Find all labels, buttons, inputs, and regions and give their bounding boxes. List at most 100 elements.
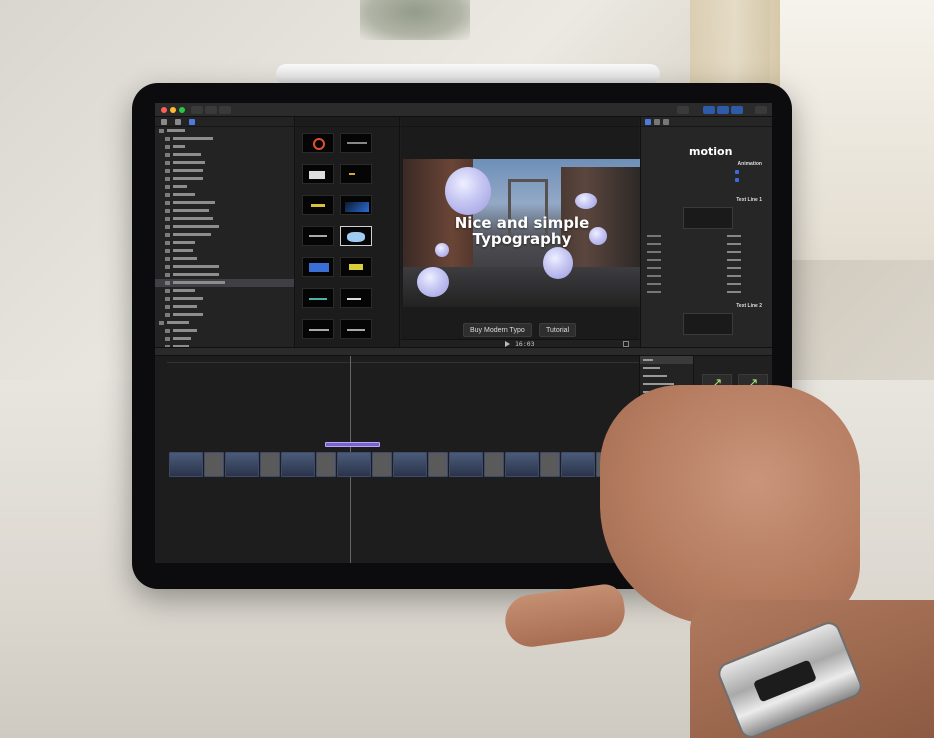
- timeline-clip[interactable]: [169, 452, 203, 477]
- sidebar-tree-item[interactable]: [155, 271, 294, 279]
- sidebar-tree-item[interactable]: [155, 215, 294, 223]
- sidebar-tree-item[interactable]: [155, 135, 294, 143]
- timeline-clip[interactable]: [540, 452, 560, 477]
- info-inspector-icon[interactable]: [663, 119, 669, 125]
- sidebar-tree-item[interactable]: [155, 231, 294, 239]
- title-thumbnail[interactable]: [302, 195, 334, 215]
- timeline-clip[interactable]: [225, 452, 259, 477]
- inspector-row-value[interactable]: [727, 235, 741, 237]
- sidebar-tree-item[interactable]: [155, 143, 294, 151]
- library-icon[interactable]: [161, 119, 167, 125]
- title-thumbnail[interactable]: [340, 133, 372, 153]
- inspector-row-value[interactable]: [727, 275, 741, 277]
- sidebar-tree-item[interactable]: [155, 223, 294, 231]
- animation-checkbox[interactable]: [735, 178, 739, 182]
- inspector-row-value[interactable]: [727, 251, 741, 253]
- sidebar-tree-item[interactable]: [155, 263, 294, 271]
- text-line-1-field[interactable]: [683, 207, 733, 229]
- show-timeline-toggle[interactable]: [717, 106, 729, 114]
- animation-checkbox[interactable]: [735, 170, 739, 174]
- buy-modern-typo-button[interactable]: Buy Modern Typo: [463, 323, 532, 337]
- title-thumbnail[interactable]: [302, 226, 334, 246]
- zoom-window-icon[interactable]: [179, 107, 185, 113]
- effects-category-item[interactable]: [640, 356, 693, 364]
- folder-icon: [165, 272, 170, 277]
- sidebar-tree-item[interactable]: [155, 311, 294, 319]
- title-thumbnail[interactable]: [340, 164, 372, 184]
- sidebar-tree-item[interactable]: [155, 191, 294, 199]
- timeline-clip[interactable]: [260, 452, 280, 477]
- inspector-row-label: [647, 259, 661, 261]
- timeline-clip[interactable]: [505, 452, 539, 477]
- title-clip[interactable]: [325, 442, 380, 447]
- title-inspector-icon[interactable]: [645, 119, 651, 125]
- title-thumbnail[interactable]: [302, 164, 334, 184]
- title-thumbnail[interactable]: [340, 319, 372, 339]
- sidebar-tree-item[interactable]: [155, 295, 294, 303]
- sidebar-tree-label: [173, 161, 205, 165]
- close-window-icon[interactable]: [161, 107, 167, 113]
- title-thumbnail[interactable]: [340, 257, 372, 277]
- sidebar-tree-item[interactable]: [155, 303, 294, 311]
- sidebar-tree-item[interactable]: [155, 207, 294, 215]
- stylus-pencil: [276, 64, 660, 84]
- title-thumbnail[interactable]: [340, 288, 372, 308]
- inspector-row-value[interactable]: [727, 291, 741, 293]
- sidebar-tree-item[interactable]: [155, 159, 294, 167]
- inspector-row-value[interactable]: [727, 243, 741, 245]
- timeline-clip[interactable]: [449, 452, 483, 477]
- sidebar-tree-item[interactable]: [155, 151, 294, 159]
- title-thumbnail[interactable]: [340, 226, 372, 246]
- timeline-clip[interactable]: [428, 452, 448, 477]
- timeline-clip[interactable]: [316, 452, 336, 477]
- sidebar-tree-item[interactable]: [155, 255, 294, 263]
- sidebar-tree-item[interactable]: [155, 287, 294, 295]
- inspector-row-value[interactable]: [727, 259, 741, 261]
- timeline-clip[interactable]: [337, 452, 371, 477]
- import-button[interactable]: [191, 106, 203, 114]
- title-thumbnail[interactable]: [340, 195, 372, 215]
- tutorial-button[interactable]: Tutorial: [539, 323, 577, 337]
- titles-icon[interactable]: [189, 119, 195, 125]
- sidebar-tree-label: [173, 257, 197, 261]
- timeline-clip[interactable]: [561, 452, 595, 477]
- folder-icon: [165, 280, 170, 285]
- sidebar-tree-item[interactable]: [155, 239, 294, 247]
- timeline-clip[interactable]: [372, 452, 392, 477]
- video-inspector-icon[interactable]: [654, 119, 660, 125]
- sidebar-tree-item[interactable]: [155, 335, 294, 343]
- title-thumbnail[interactable]: [302, 288, 334, 308]
- photos-icon[interactable]: [175, 119, 181, 125]
- share-button[interactable]: [755, 106, 767, 114]
- effects-category-item[interactable]: [640, 372, 693, 380]
- sidebar-tree-item[interactable]: [155, 127, 294, 135]
- minimize-window-icon[interactable]: [170, 107, 176, 113]
- sidebar-tree-item[interactable]: [155, 279, 294, 287]
- sidebar-tree-item[interactable]: [155, 167, 294, 175]
- timeline[interactable]: [155, 356, 651, 563]
- inspector-row-value[interactable]: [727, 267, 741, 269]
- inspector-row-value[interactable]: [727, 283, 741, 285]
- sidebar-tree-item[interactable]: [155, 327, 294, 335]
- text-line-2-field[interactable]: [683, 313, 733, 335]
- show-inspector-toggle[interactable]: [731, 106, 743, 114]
- title-thumbnail[interactable]: [302, 133, 334, 153]
- show-browser-toggle[interactable]: [703, 106, 715, 114]
- sidebar-tree-item[interactable]: [155, 175, 294, 183]
- timeline-clip[interactable]: [281, 452, 315, 477]
- background-tasks-button[interactable]: [219, 106, 231, 114]
- sidebar-tree-item[interactable]: [155, 247, 294, 255]
- effects-category-item[interactable]: [640, 364, 693, 372]
- search-toolbar-button[interactable]: [677, 106, 689, 114]
- timeline-clip[interactable]: [484, 452, 504, 477]
- keyword-button[interactable]: [205, 106, 217, 114]
- title-thumbnail[interactable]: [302, 257, 334, 277]
- title-thumbnail[interactable]: [302, 319, 334, 339]
- timeline-clip[interactable]: [393, 452, 427, 477]
- sidebar-tree-item[interactable]: [155, 199, 294, 207]
- sidebar-tree-item[interactable]: [155, 183, 294, 191]
- timeline-clip[interactable]: [204, 452, 224, 477]
- sidebar-tree-item[interactable]: [155, 319, 294, 327]
- sidebar-tree-label: [173, 297, 203, 301]
- video-preview[interactable]: Nice and simple Typography: [403, 159, 641, 307]
